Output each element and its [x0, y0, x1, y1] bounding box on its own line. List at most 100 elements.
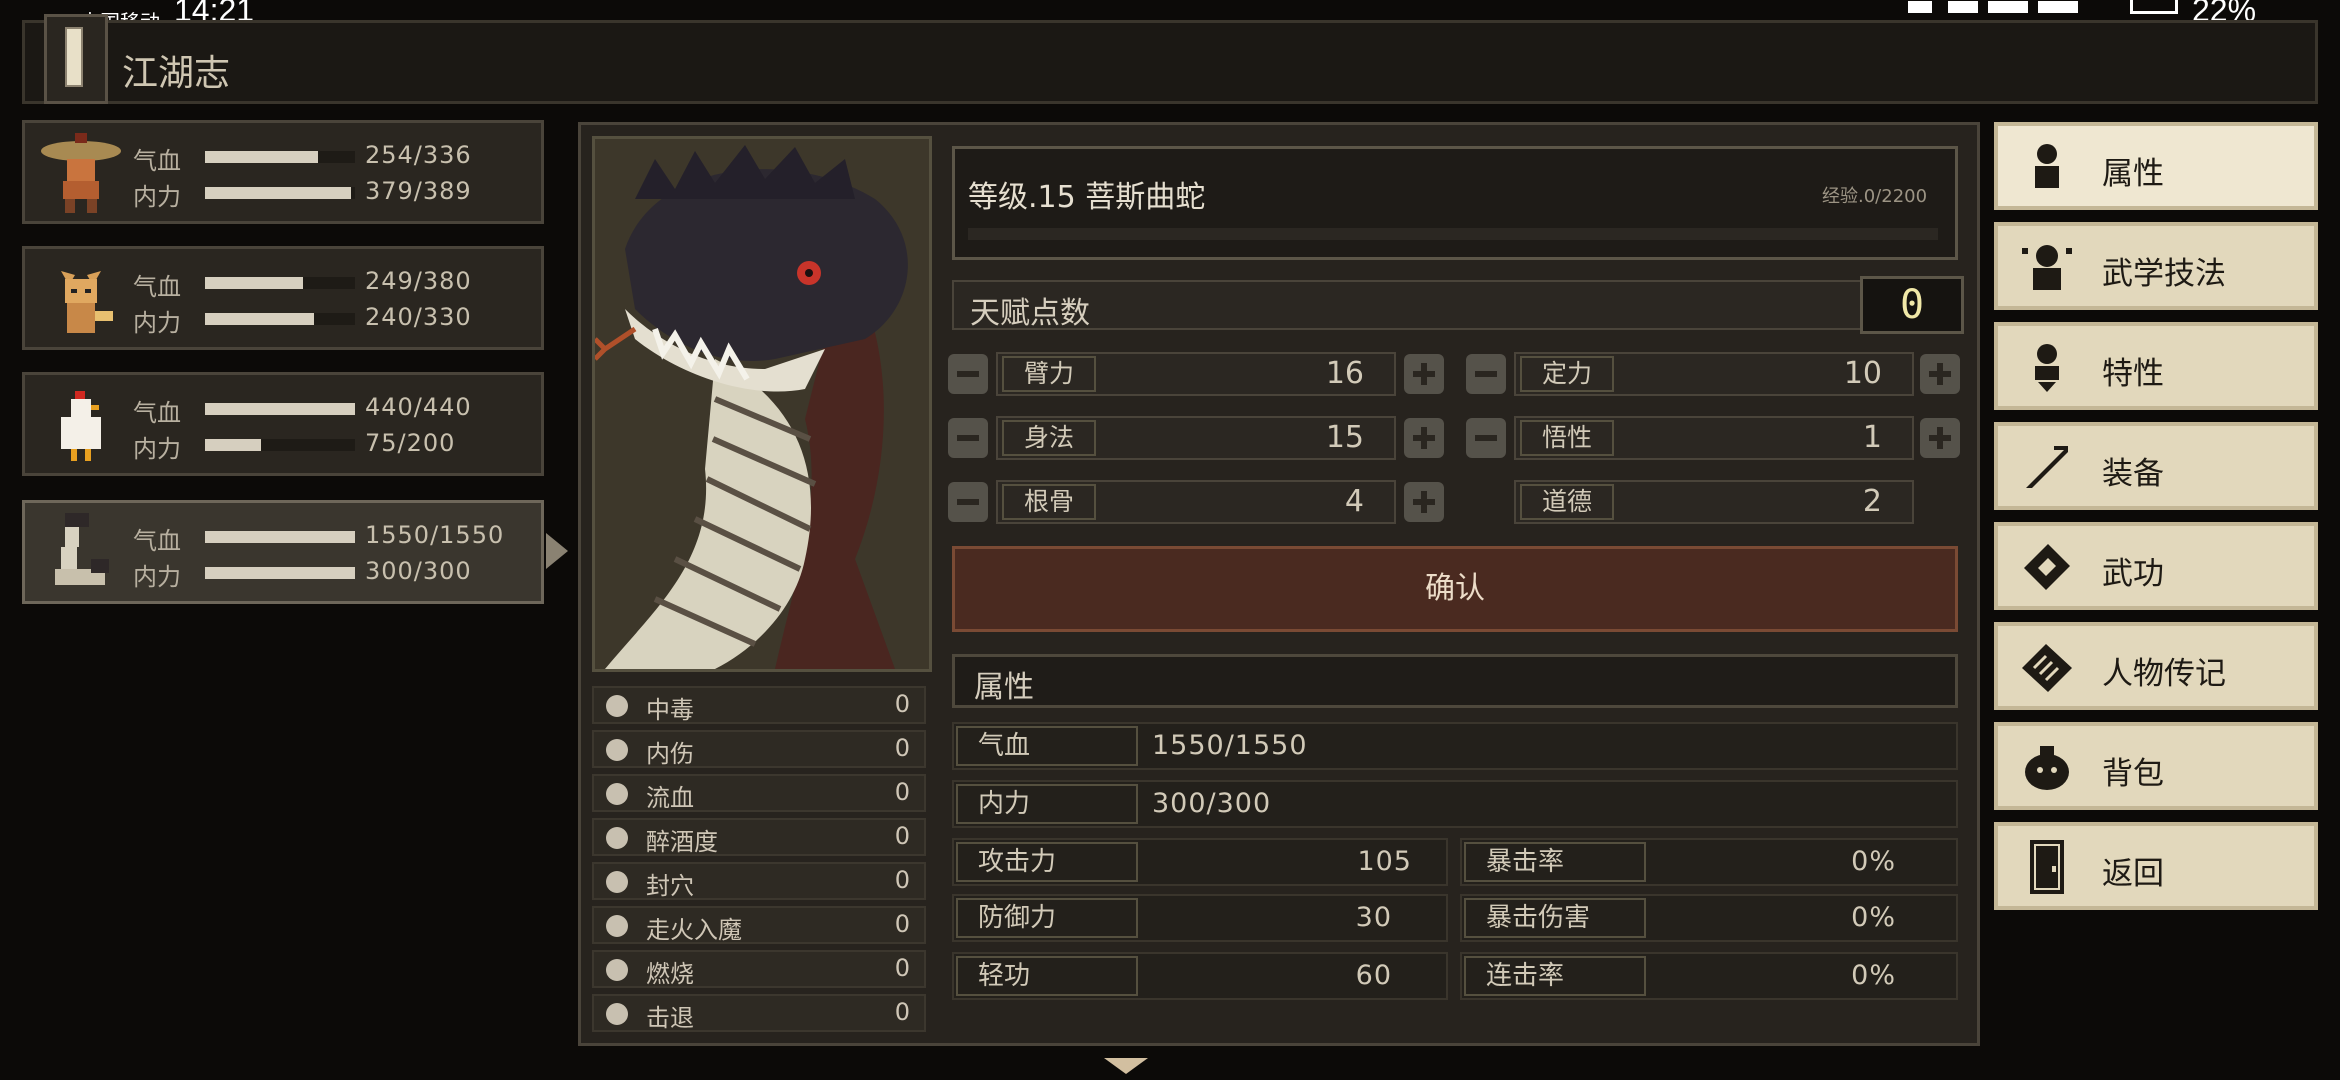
snake-portrait-icon	[35, 509, 127, 599]
character-icon	[2018, 138, 2076, 196]
status-effect-poison: 中毒 0	[592, 686, 926, 724]
menu-biography-button[interactable]: 人物传记	[1994, 622, 2318, 710]
hp-value: 1550/1550	[365, 521, 505, 549]
hp-bar	[205, 403, 355, 415]
status-effect-knockback: 击退 0	[592, 994, 926, 1032]
party-member-card-selected[interactable]: 气血 1550/1550 内力 300/300	[22, 500, 544, 604]
confirm-button[interactable]: 确认	[952, 546, 1958, 632]
broken-heart-icon	[606, 739, 628, 761]
page-title: 江湖志	[122, 53, 231, 94]
experience-text: 经验.0/2200	[1822, 186, 1928, 207]
hat-warrior-portrait-icon	[35, 129, 127, 219]
stat-daode: 道德 2	[1514, 480, 1914, 524]
mp-value: 240/330	[365, 303, 472, 331]
hp-bar	[205, 531, 355, 543]
hp-value: 249/380	[365, 267, 472, 295]
decrease-dingli-button[interactable]	[1466, 354, 1506, 394]
attr-neili: 内力 300/300	[952, 780, 1958, 828]
hp-label: 气血	[133, 273, 181, 301]
mp-value: 300/300	[365, 557, 472, 585]
header-bar	[22, 20, 2318, 104]
mp-label: 内力	[133, 309, 181, 337]
status-effect-burn: 燃烧 0	[592, 950, 926, 988]
status-effect-bleed: 流血 0	[592, 774, 926, 812]
menu-traits-button[interactable]: 特性	[1994, 322, 2318, 410]
hp-bar	[205, 277, 355, 289]
mp-label: 内力	[133, 435, 181, 463]
increase-dingli-button[interactable]	[1920, 354, 1960, 394]
journal-book-icon[interactable]	[44, 14, 108, 104]
talent-points-value: 0	[1860, 276, 1964, 334]
mp-value: 379/389	[365, 177, 472, 205]
selected-arrow-icon	[546, 533, 568, 569]
mp-bar	[205, 439, 355, 451]
snake-character-art	[592, 136, 932, 672]
mp-label: 内力	[133, 563, 181, 591]
decrease-bili-button[interactable]	[948, 354, 988, 394]
blood-splat-icon	[606, 783, 628, 805]
attr-fangyu: 防御力 30	[952, 894, 1448, 942]
mp-bar	[205, 187, 355, 199]
attr-baojishanghai: 暴击伤害 0%	[1460, 894, 1958, 942]
hp-label: 气血	[133, 147, 181, 175]
scroll-book-icon	[2018, 538, 2076, 596]
menu-martial-skills-button[interactable]: 武学技法	[1994, 222, 2318, 310]
hp-label: 气血	[133, 399, 181, 427]
increase-wuxing-button[interactable]	[1920, 418, 1960, 458]
increase-bili-button[interactable]	[1404, 354, 1444, 394]
hp-label: 气血	[133, 527, 181, 555]
stat-shenfa: 身法 15	[996, 416, 1396, 460]
stat-gengu: 根骨 4	[996, 480, 1396, 524]
menu-bag-button[interactable]: 背包	[1994, 722, 2318, 810]
scroll-down-arrow-icon[interactable]	[1104, 1058, 1148, 1074]
needle-icon	[606, 871, 628, 893]
attributes-header	[952, 654, 1958, 708]
martial-skill-icon	[2018, 238, 2076, 296]
talent-points-label: 天赋点数	[970, 296, 1090, 331]
experience-bar	[968, 228, 1938, 240]
decrease-wuxing-button[interactable]	[1466, 418, 1506, 458]
battery-icon	[2130, 0, 2178, 14]
status-effect-qi-deviation: 走火入魔 0	[592, 906, 926, 944]
level-and-name: 等级.15 菩斯曲蛇	[968, 180, 1206, 215]
status-effect-internal-injury: 内伤 0	[592, 730, 926, 768]
mp-value: 75/200	[365, 429, 456, 457]
menu-martial-arts-button[interactable]: 武功	[1994, 522, 2318, 610]
status-effect-sealed-acupoint: 封穴 0	[592, 862, 926, 900]
mp-bar	[205, 313, 355, 325]
increase-shenfa-button[interactable]	[1404, 418, 1444, 458]
status-effect-drunk: 醉酒度 0	[592, 818, 926, 856]
stat-dingli: 定力 10	[1514, 352, 1914, 396]
increase-gengu-button[interactable]	[1404, 482, 1444, 522]
door-icon	[2018, 838, 2076, 896]
sword-icon	[2018, 438, 2076, 496]
attributes-header-label: 属性	[974, 670, 1034, 705]
talent-points-row	[952, 280, 1872, 330]
signal-icons	[1908, 0, 2108, 14]
attr-baoji: 暴击率 0%	[1460, 838, 1958, 886]
trait-icon	[2018, 338, 2076, 396]
stat-wuxing: 悟性 1	[1514, 416, 1914, 460]
skull-icon	[606, 695, 628, 717]
boot-icon	[606, 1003, 628, 1025]
decrease-gengu-button[interactable]	[948, 482, 988, 522]
decrease-shenfa-button[interactable]	[948, 418, 988, 458]
attr-lianji: 连击率 0%	[1460, 952, 1958, 1000]
menu-attributes-button[interactable]: 属性	[1994, 122, 2318, 210]
drunk-face-icon	[606, 827, 628, 849]
chicken-portrait-icon	[35, 381, 127, 471]
party-member-card[interactable]: 气血 254/336 内力 379/389	[22, 120, 544, 224]
menu-back-button[interactable]: 返回	[1994, 822, 2318, 910]
flame-icon	[606, 959, 628, 981]
fox-portrait-icon	[35, 255, 127, 345]
attr-qinggong: 轻功 60	[952, 952, 1448, 1000]
menu-equipment-button[interactable]: 装备	[1994, 422, 2318, 510]
stat-bili: 臂力 16	[996, 352, 1396, 396]
demon-face-icon	[606, 915, 628, 937]
attr-gongji: 攻击力 105	[952, 838, 1448, 886]
party-member-card[interactable]: 气血 440/440 内力 75/200	[22, 372, 544, 476]
attr-qixue: 气血 1550/1550	[952, 722, 1958, 770]
hp-value: 440/440	[365, 393, 472, 421]
party-member-card[interactable]: 气血 249/380 内力 240/330	[22, 246, 544, 350]
bag-icon	[2018, 738, 2076, 796]
